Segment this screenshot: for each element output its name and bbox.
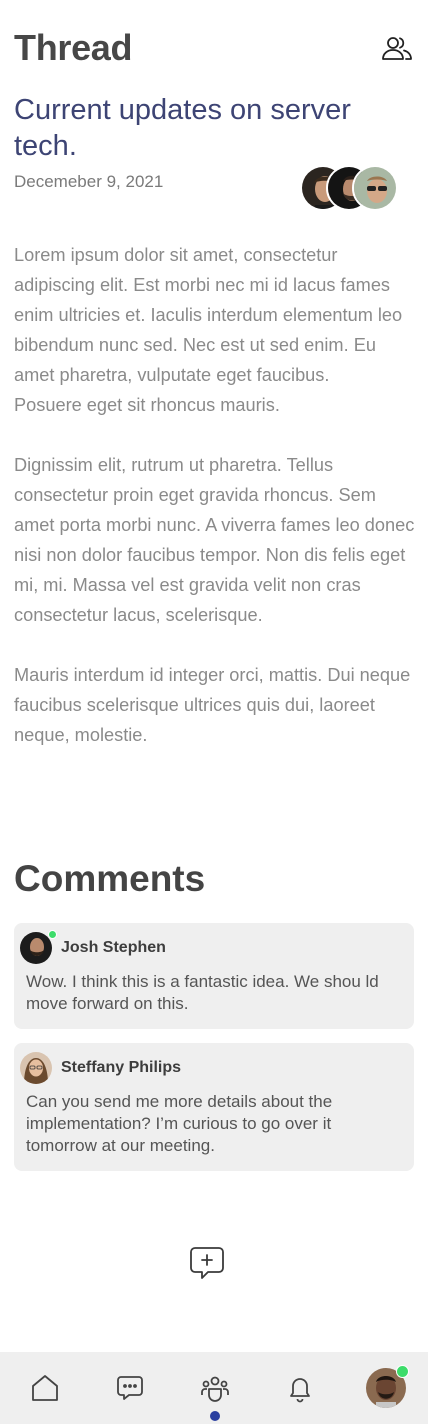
tab-messages[interactable] [111,1369,149,1407]
new-comment-button[interactable] [188,1244,226,1282]
people-icon [382,37,412,60]
comment-text: Wow. I think this is a fantastic idea. W… [26,972,379,1013]
comment-header: Josh Stephen [20,930,402,964]
team-icon [201,1376,229,1402]
post-paragraph: Posuere eget sit rhoncus mauris. [14,395,280,415]
comment-card[interactable]: Steffany Philips Can you send me more de… [14,1043,414,1171]
tab-home[interactable] [26,1369,64,1407]
comment-card[interactable]: Josh Stephen Wow. I think this is a fant… [14,923,414,1029]
comment-avatar-wrap [20,930,61,964]
post-body: Lorem ipsum dolor sit amet, consectetur … [14,240,418,780]
profile-avatar[interactable] [366,1365,409,1408]
avatar [20,1052,52,1084]
tab-notifications[interactable] [281,1369,319,1407]
post-paragraph: Dignissim elit, rutrum ut pharetra. Tell… [14,455,415,625]
post-date: Decemeber 9, 2021 [14,172,164,191]
post-title: Current updates on server tech. [14,94,351,162]
online-indicator [48,930,57,939]
page-title: Thread [14,27,133,68]
header: Thread [14,26,414,70]
avatar [352,165,398,211]
avatar [20,932,52,964]
new-comment-icon [190,1247,224,1279]
comment-text: Can you send me more details about the i… [26,1092,333,1155]
tab-team[interactable] [196,1369,234,1421]
comment-author: Josh Stephen [61,939,166,956]
participant-avatars[interactable] [300,165,400,211]
people-button[interactable] [380,33,414,63]
bell-icon [290,1378,310,1403]
active-tab-indicator [210,1411,220,1421]
post-paragraph: Lorem ipsum dolor sit amet, consectetur … [14,245,403,385]
post-paragraph: Mauris interdum id integer orci, mattis.… [14,665,411,745]
comment-author: Steffany Philips [61,1059,182,1076]
online-indicator [396,1365,409,1378]
chat-icon [117,1376,143,1400]
comments-heading: Comments [14,858,206,899]
comment-header: Steffany Philips [20,1052,402,1084]
thread-screen: Thread Current updates on server tech. D… [0,0,428,1424]
home-icon [32,1375,58,1401]
bottom-tab-bar [0,1352,428,1424]
